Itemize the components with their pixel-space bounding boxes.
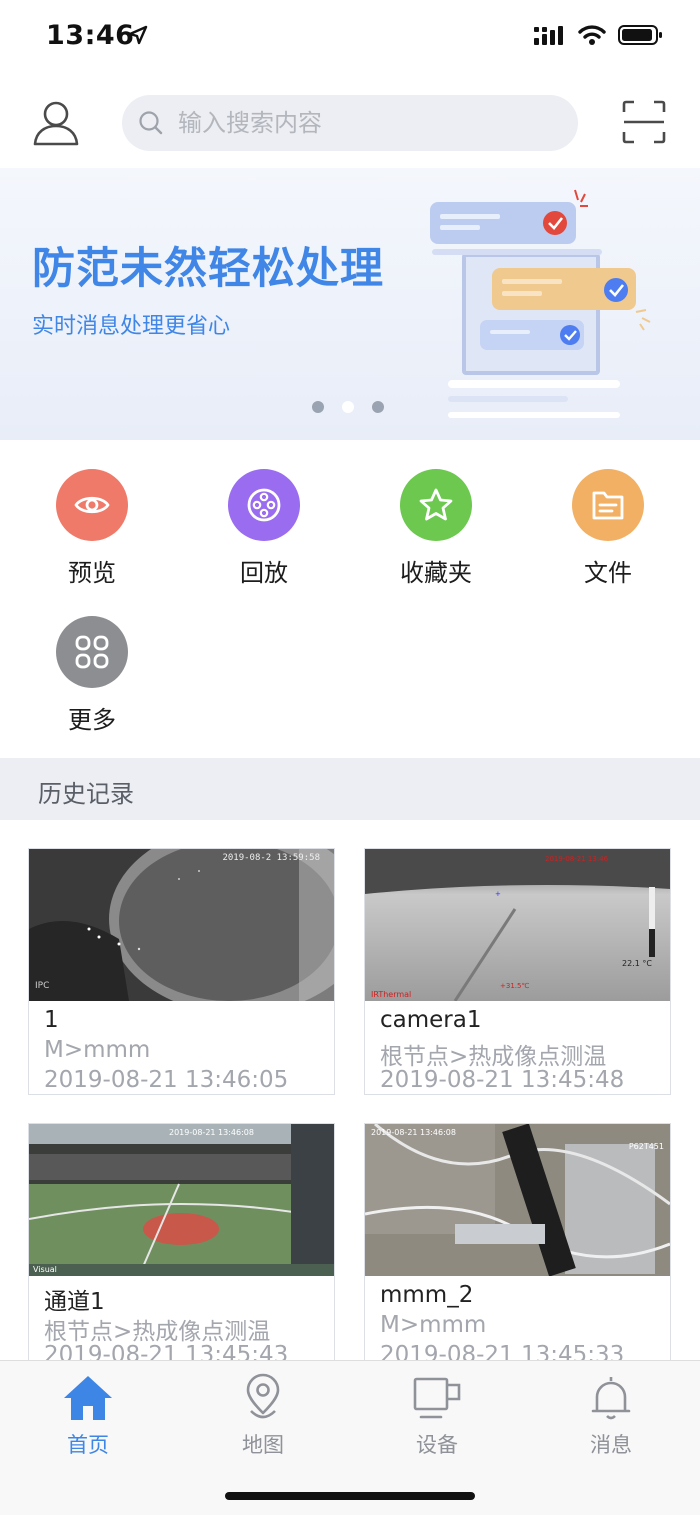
page-dot[interactable] (312, 401, 324, 413)
svg-text:+31.5℃: +31.5℃ (500, 982, 529, 990)
tab-messages[interactable]: 消息 (551, 1373, 671, 1459)
search-icon (139, 111, 163, 135)
user-profile-icon[interactable] (30, 97, 82, 149)
snapshot-corner-label: IRThermal (371, 990, 412, 999)
tab-map[interactable]: 地图 (203, 1373, 323, 1459)
quick-action-label: 收藏夹 (400, 559, 472, 587)
quick-action-more[interactable]: 更多 (6, 616, 178, 735)
card-channel-name: mmm_2 (380, 1282, 474, 1308)
eye-icon (56, 469, 128, 541)
film-reel-icon (228, 469, 300, 541)
snapshot-corner-label: Visual (33, 1265, 57, 1274)
snapshot-corner-label: P62T451 (628, 1142, 664, 1151)
page-dot-active[interactable] (342, 401, 354, 413)
search-input[interactable] (178, 109, 538, 137)
snapshot-temperature: 22.1 °C (622, 959, 652, 968)
quick-actions-grid: 预览 回放 收藏夹 文件 更多 (0, 440, 700, 758)
history-title: 历史记录 (38, 780, 134, 808)
bell-icon (591, 1377, 631, 1420)
tab-label: 地图 (242, 1433, 284, 1457)
quick-action-label: 回放 (240, 559, 288, 587)
snapshot-timestamp: 2019-08-21 13:46:08 (169, 1128, 254, 1137)
card-timestamp: 2019-08-21 13:45:48 (380, 1067, 625, 1093)
location-arrow-icon (128, 25, 148, 45)
status-time: 13:46 (46, 20, 135, 51)
wifi-icon (578, 25, 606, 45)
home-icon (64, 1376, 112, 1420)
battery-icon (618, 25, 662, 45)
tab-label: 首页 (67, 1433, 109, 1457)
page-dot[interactable] (372, 401, 384, 413)
camera-snapshot: 2019-08-21 13:46:08 Visual (29, 1124, 334, 1276)
card-channel-name: 1 (44, 1007, 59, 1033)
card-timestamp: 2019-08-21 13:45:33 (380, 1342, 625, 1360)
cellular-signal-icon (534, 26, 563, 45)
card-device-path: M>mmm (380, 1312, 487, 1338)
svg-text:2019-08-21 13:46: 2019-08-21 13:46 (545, 855, 609, 863)
history-card[interactable]: + +31.5℃ 2019-08-21 13:46 22.1 °C IRTher… (364, 848, 671, 1095)
quick-action-favorites[interactable]: 收藏夹 (350, 469, 522, 588)
snapshot-timestamp: 2019-08-21 13:46:08 (371, 1128, 456, 1137)
quick-action-files[interactable]: 文件 (522, 469, 694, 588)
camera-snapshot: 2019-08-2 13:59:58 IPC (29, 849, 334, 1001)
banner-pagination (312, 401, 384, 413)
camera-snapshot: 2019-08-21 13:46:08 P62T451 (365, 1124, 670, 1276)
svg-text:+: + (495, 890, 501, 898)
card-timestamp: 2019-08-21 13:45:43 (44, 1342, 289, 1360)
scan-qr-icon[interactable] (622, 100, 666, 144)
card-device-path: M>mmm (44, 1037, 151, 1063)
star-icon (400, 469, 472, 541)
card-device-path: 根节点>热成像点测温 (44, 1319, 271, 1345)
tab-label: 设备 (416, 1433, 458, 1457)
tab-home[interactable]: 首页 (28, 1373, 148, 1459)
quick-action-preview[interactable]: 预览 (6, 469, 178, 588)
device-icon (413, 1377, 461, 1419)
promo-banner[interactable]: 防范未然轻松处理 实时消息处理更省心 (0, 168, 700, 440)
search-bar[interactable] (122, 95, 578, 151)
header (0, 76, 700, 168)
snapshot-corner-label: IPC (35, 981, 50, 991)
card-channel-name: camera1 (380, 1007, 482, 1033)
history-list: 2019-08-2 13:59:58 IPC 1 M>mmm 2019-08-2… (0, 820, 700, 1360)
map-pin-icon (246, 1373, 280, 1419)
folder-icon (572, 469, 644, 541)
tab-devices[interactable]: 设备 (377, 1373, 497, 1459)
banner-subtitle: 实时消息处理更省心 (32, 314, 231, 339)
history-section-header: 历史记录 (0, 758, 700, 820)
home-indicator (225, 1492, 475, 1500)
tab-label: 消息 (590, 1433, 632, 1457)
grid-icon (56, 616, 128, 688)
banner-title: 防范未然轻松处理 (32, 244, 384, 294)
banner-illustration (430, 189, 651, 418)
card-channel-name: 通道1 (44, 1289, 105, 1315)
quick-action-label: 文件 (584, 559, 632, 587)
history-card[interactable]: 2019-08-21 13:46:08 P62T451 mmm_2 M>mmm … (364, 1123, 671, 1360)
quick-action-label: 预览 (68, 559, 116, 587)
card-timestamp: 2019-08-21 13:46:05 (44, 1067, 289, 1093)
status-indicators (534, 24, 664, 46)
snapshot-timestamp: 2019-08-2 13:59:58 (222, 853, 320, 863)
quick-action-playback[interactable]: 回放 (178, 469, 350, 588)
quick-action-label: 更多 (68, 706, 116, 734)
status-bar: 13:46 (0, 0, 700, 76)
camera-snapshot: + +31.5℃ 2019-08-21 13:46 22.1 °C IRTher… (365, 849, 670, 1001)
history-card[interactable]: 2019-08-2 13:59:58 IPC 1 M>mmm 2019-08-2… (28, 848, 335, 1095)
card-device-path: 根节点>热成像点测温 (380, 1044, 607, 1070)
history-card[interactable]: 2019-08-21 13:46:08 Visual 通道1 根节点>热成像点测… (28, 1123, 335, 1360)
